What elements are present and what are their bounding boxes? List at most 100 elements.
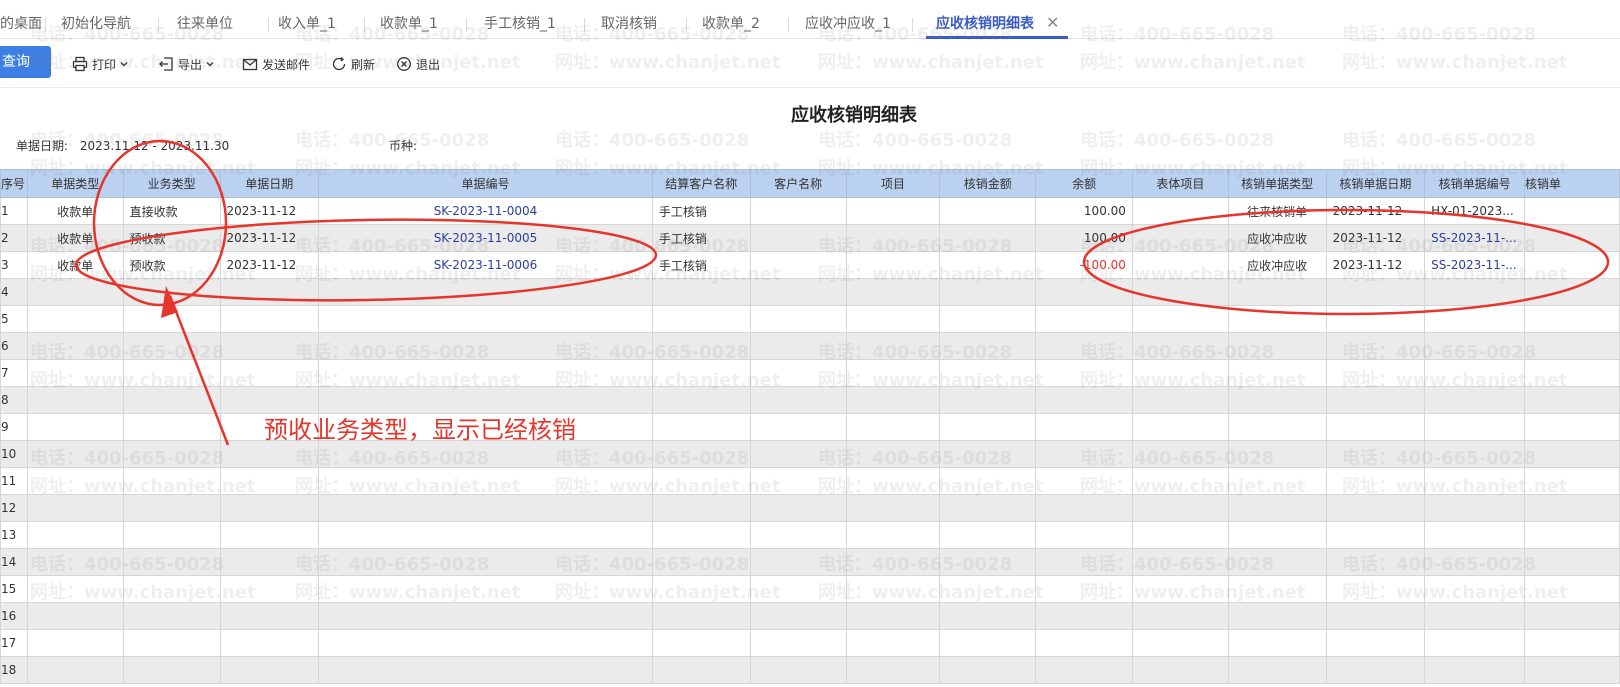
empty-cell xyxy=(1325,413,1426,441)
cell-writeoff-type: 应收冲应收 xyxy=(1227,224,1327,252)
cell-writeoff-code: HX-01-2023... xyxy=(1424,197,1526,225)
table-row[interactable]: 3 收款单 预收款 2023-11-12 SK-2023-11-0006 手工核… xyxy=(0,251,1620,279)
col-header-writeoff-code[interactable]: 核销单据编号 xyxy=(1424,169,1526,198)
table-row[interactable]: 12 xyxy=(0,494,1620,522)
table-row[interactable]: 18 xyxy=(0,656,1620,684)
watermark-phone: 电话：400-665-0028 xyxy=(818,130,1013,151)
cell-biz-type: 预收款 xyxy=(122,224,221,252)
query-button[interactable]: 查询 xyxy=(0,46,51,78)
empty-cell xyxy=(219,548,320,576)
tab-receipt-1[interactable]: 收款单_1 xyxy=(380,6,438,39)
tab-income-1[interactable]: 收入单_1 xyxy=(278,6,336,39)
col-header-no[interactable]: 序号 xyxy=(0,169,28,198)
col-header-project[interactable]: 项目 xyxy=(845,169,941,198)
empty-cell xyxy=(219,656,320,684)
cell-writeoff-date: 2023-11-12 xyxy=(1325,251,1426,279)
table-row[interactable]: 7 xyxy=(0,359,1620,387)
cell-doc-date: 2023-11-12 xyxy=(219,251,320,279)
tab-divider xyxy=(45,18,46,32)
tab-partners[interactable]: 往来单位 xyxy=(177,6,233,39)
tab-ar-writeoff-detail[interactable]: 应收核销明细表 xyxy=(936,6,1034,39)
tab-cancel-writeoff[interactable]: 取消核销 xyxy=(601,6,657,39)
cell-doc-code-link[interactable]: SK-2023-11-0004 xyxy=(318,197,653,225)
col-header-customer[interactable]: 客户名称 xyxy=(749,169,847,198)
table-row[interactable]: 17 xyxy=(0,629,1620,657)
table-row[interactable]: 14 xyxy=(0,548,1620,576)
empty-cell xyxy=(1424,278,1526,306)
row-number: 14 xyxy=(0,548,28,576)
export-icon xyxy=(159,57,173,71)
cell-writeoff-code-link[interactable]: SS-2023-11-... xyxy=(1424,251,1526,279)
exit-label: 退出 xyxy=(416,57,441,72)
table-row[interactable]: 16 xyxy=(0,602,1620,630)
row-number: 7 xyxy=(0,359,28,387)
col-header-settle-customer[interactable]: 结算客户名称 xyxy=(651,169,751,198)
tab-desktop[interactable]: 的桌面 xyxy=(0,6,42,39)
cell-doc-code-link[interactable]: SK-2023-11-0006 xyxy=(318,251,653,279)
currency-filter: 币种: xyxy=(389,137,417,154)
empty-cell xyxy=(1325,575,1426,603)
empty-cell xyxy=(1227,656,1327,684)
table-row[interactable]: 8 xyxy=(0,386,1620,414)
empty-cell xyxy=(219,521,320,549)
table-row[interactable]: 1 收款单 直接收款 2023-11-12 SK-2023-11-0004 手工… xyxy=(0,197,1620,225)
close-icon[interactable]: ✕ xyxy=(1046,15,1059,31)
empty-cell xyxy=(1227,467,1327,495)
date-filter: 单据日期: 2023.11.12 - 2023.11.30 xyxy=(16,137,229,154)
row-number: 4 xyxy=(0,278,28,306)
print-button[interactable]: 打印 xyxy=(72,54,133,74)
empty-cell xyxy=(122,413,221,441)
table-row[interactable]: 13 xyxy=(0,521,1620,549)
empty-cell xyxy=(749,413,847,441)
cell-writeoff-code-link[interactable]: SS-2023-11-... xyxy=(1424,224,1526,252)
row-number: 18 xyxy=(0,656,28,684)
empty-cell xyxy=(939,575,1037,603)
empty-cell xyxy=(26,521,124,549)
col-header-doc-date[interactable]: 单据日期 xyxy=(219,169,320,198)
empty-cell xyxy=(939,278,1037,306)
empty-cell xyxy=(1227,494,1327,522)
col-header-writeoff-type[interactable]: 核销单据类型 xyxy=(1227,169,1327,198)
col-header-writeoff-date[interactable]: 核销单据日期 xyxy=(1325,169,1426,198)
row-number: 1 xyxy=(0,197,28,225)
empty-cell xyxy=(1524,305,1620,333)
empty-cell xyxy=(1524,548,1620,576)
empty-cell xyxy=(939,467,1037,495)
row-number: 11 xyxy=(0,467,28,495)
table-row[interactable]: 6 xyxy=(0,332,1620,360)
refresh-button[interactable]: 刷新 xyxy=(331,54,375,74)
exit-button[interactable]: 退出 xyxy=(396,54,440,74)
col-header-body-item[interactable]: 表体项目 xyxy=(1131,169,1229,198)
col-header-writeoff-more[interactable]: 核销单 xyxy=(1524,169,1620,198)
empty-cell xyxy=(651,521,751,549)
tab-divider xyxy=(686,18,687,32)
table-row[interactable]: 11 xyxy=(0,467,1620,495)
table-row[interactable]: 15 xyxy=(0,575,1620,603)
export-button[interactable]: 导出 xyxy=(158,54,219,74)
col-header-writeoff-amount[interactable]: 核销金额 xyxy=(939,169,1037,198)
tab-ar-offset-1[interactable]: 应收冲应收_1 xyxy=(805,6,891,39)
tab-receipt-2[interactable]: 收款单_2 xyxy=(702,6,760,39)
empty-cell xyxy=(749,656,847,684)
col-header-doc-code[interactable]: 单据编号 xyxy=(318,169,653,198)
empty-cell xyxy=(845,278,941,306)
empty-cell xyxy=(1424,629,1526,657)
table-row[interactable]: 4 xyxy=(0,278,1620,306)
table-row[interactable]: 10 xyxy=(0,440,1620,468)
empty-cell xyxy=(1424,359,1526,387)
tab-init-guide[interactable]: 初始化导航 xyxy=(61,6,131,39)
cell-doc-code-link[interactable]: SK-2023-11-0005 xyxy=(318,224,653,252)
empty-cell xyxy=(845,332,941,360)
row-number: 2 xyxy=(0,224,28,252)
empty-cell xyxy=(845,602,941,630)
cell-settle-customer: 手工核销 xyxy=(651,251,751,279)
empty-cell xyxy=(1325,602,1426,630)
col-header-doc-type[interactable]: 单据类型 xyxy=(26,169,124,198)
col-header-balance[interactable]: 余额 xyxy=(1035,169,1133,198)
table-row[interactable]: 5 xyxy=(0,305,1620,333)
tab-manual-writeoff-1[interactable]: 手工核销_1 xyxy=(484,6,556,39)
send-mail-button[interactable]: 发送邮件 xyxy=(242,54,310,74)
table-row[interactable]: 9 xyxy=(0,413,1620,441)
col-header-biz-type[interactable]: 业务类型 xyxy=(122,169,221,198)
table-row[interactable]: 2 收款单 预收款 2023-11-12 SK-2023-11-0005 手工核… xyxy=(0,224,1620,252)
